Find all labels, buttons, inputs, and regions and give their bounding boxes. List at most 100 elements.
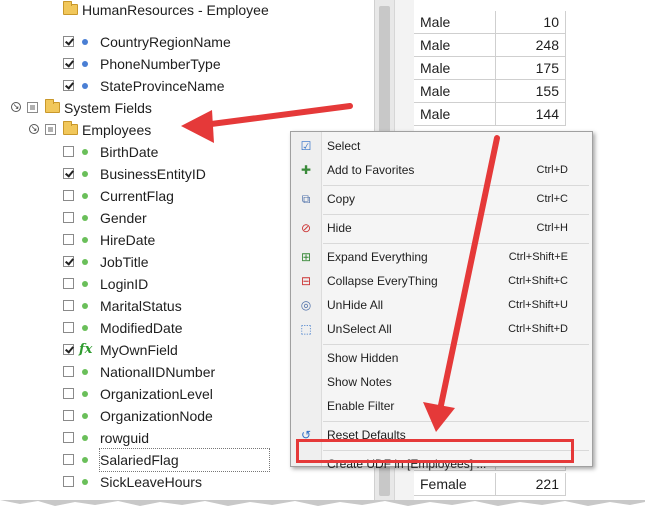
menu-item-shortcut: Ctrl+C [536, 193, 568, 205]
favorites-icon: ✚ [300, 163, 312, 177]
menu-item-show-hidden[interactable]: Show Hidden [291, 347, 592, 369]
field-dot-icon [82, 479, 88, 485]
grid-cell-gender[interactable]: Male [414, 80, 496, 103]
menu-item-unselect-all[interactable]: ⬚ UnSelect All Ctrl+Shift+D [291, 318, 592, 340]
tree-checkbox[interactable] [63, 278, 74, 289]
tree-row-label: Gender [100, 210, 147, 226]
unselect-icon: ⬚ [300, 322, 312, 336]
field-dot-icon [82, 61, 88, 67]
tree-row-label: System Fields [64, 100, 152, 116]
function-field-icon: fx [79, 342, 93, 357]
grid-cell-gender[interactable]: Male [414, 11, 496, 34]
context-menu: ☑ Select ✚ Add to Favorites Ctrl+D ⧉ Copy Ctrl+… [290, 131, 593, 471]
field-dot-icon [82, 435, 88, 441]
tree-checkbox[interactable] [63, 344, 74, 355]
menu-item-shortcut: Ctrl+Shift+U [508, 299, 568, 311]
menu-item-copy[interactable]: ⧉ Copy Ctrl+C [291, 188, 592, 210]
folder-icon [63, 1, 78, 15]
tree-checkbox[interactable] [63, 190, 74, 201]
tree-checkbox[interactable] [27, 102, 38, 113]
field-dot-icon [82, 413, 88, 419]
menu-separator [323, 344, 589, 345]
tree-row-label: LoginID [100, 276, 149, 292]
field-dot-icon [82, 391, 88, 397]
menu-item-label: Show Notes [327, 375, 392, 389]
menu-item-unhide-all[interactable]: ◎ UnHide All Ctrl+Shift+U [291, 294, 592, 316]
tree-checkbox[interactable] [63, 80, 74, 91]
menu-separator [323, 185, 589, 186]
grid-cell-gender[interactable]: Female [414, 473, 496, 496]
menu-separator [323, 214, 589, 215]
tree-row-label: StateProvinceName [100, 78, 225, 94]
unhide-icon: ◎ [300, 298, 312, 312]
grid-cell-value[interactable]: 175 [496, 57, 566, 80]
tree-checkbox[interactable] [63, 410, 74, 421]
tree-row-label: JobTitle [100, 254, 149, 270]
grid-cell-value[interactable]: 155 [496, 80, 566, 103]
menu-item-show-notes[interactable]: Show Notes [291, 371, 592, 393]
tree-row-stateprovincename[interactable]: StateProvinceName [0, 75, 370, 97]
tree-row-label: PhoneNumberType [100, 56, 221, 72]
folder-icon [45, 99, 60, 113]
tree-row-label: SalariedFlag [99, 448, 270, 472]
expand-icon: ⊞ [300, 250, 312, 264]
tree-checkbox[interactable] [63, 476, 74, 487]
menu-item-enable-filter[interactable]: Enable Filter [291, 395, 592, 417]
grid-cell-gender[interactable]: Male [414, 57, 496, 80]
tree-row-countryregionname[interactable]: CountryRegionName [0, 31, 370, 53]
tree-checkbox[interactable] [63, 322, 74, 333]
menu-item-label: Expand Everything [327, 250, 428, 264]
field-dot-icon [82, 369, 88, 375]
menu-item-select[interactable]: ☑ Select [291, 135, 592, 157]
field-dot-icon [82, 171, 88, 177]
tree-checkbox[interactable] [63, 234, 74, 245]
tree-row-label: HumanResources - Employee [82, 2, 269, 18]
tree-checkbox[interactable] [63, 454, 74, 465]
field-dot-icon [82, 259, 88, 265]
tree-row-phonenumbertype[interactable]: PhoneNumberType [0, 53, 370, 75]
expander-icon[interactable]: ↘ [11, 102, 21, 112]
grid-cell-value[interactable]: 248 [496, 34, 566, 57]
tree-checkbox[interactable] [63, 256, 74, 267]
tree-row-label: OrganizationLevel [100, 386, 213, 402]
tree-checkbox[interactable] [63, 58, 74, 69]
tree-row-label: OrganizationNode [100, 408, 213, 424]
expander-icon[interactable]: ↘ [29, 124, 39, 134]
tree-checkbox[interactable] [63, 146, 74, 157]
field-dot-icon [82, 457, 88, 463]
menu-item-expand-everything[interactable]: ⊞ Expand Everything Ctrl+Shift+E [291, 246, 592, 268]
menu-item-add-to-favorites[interactable]: ✚ Add to Favorites Ctrl+D [291, 159, 592, 181]
tree-checkbox[interactable] [45, 124, 56, 135]
tree-row-label: Employees [82, 122, 152, 138]
tree-checkbox[interactable] [63, 366, 74, 377]
grid-cell-value[interactable]: 10 [496, 11, 566, 34]
menu-item-label: Select [327, 139, 361, 153]
tree-row-humanresources-employee[interactable]: HumanResources - Employee [0, 0, 370, 21]
tree-checkbox[interactable] [63, 212, 74, 223]
menu-item-label: Copy [327, 192, 356, 206]
tree-checkbox[interactable] [63, 36, 74, 47]
grid-cell-value[interactable]: 221 [496, 473, 566, 496]
menu-item-label: Hide [327, 221, 352, 235]
tree-checkbox[interactable] [63, 388, 74, 399]
menu-separator [323, 243, 589, 244]
torn-edge-bottom [0, 500, 645, 526]
tree-checkbox[interactable] [63, 300, 74, 311]
tree-checkbox[interactable] [63, 432, 74, 443]
tree-row-label: NationalIDNumber [100, 364, 216, 380]
menu-item-label: Show Hidden [327, 351, 399, 365]
tree-row-system-fields[interactable]: ↘ System Fields [0, 97, 370, 119]
tree-row-label: MaritalStatus [100, 298, 182, 314]
tree-checkbox[interactable] [63, 168, 74, 179]
menu-item-hide[interactable]: ⊘ Hide Ctrl+H [291, 217, 592, 239]
menu-item-shortcut: Ctrl+Shift+E [508, 251, 568, 263]
annotation-highlight-box [296, 439, 574, 463]
grid-cell-gender[interactable]: Male [414, 34, 496, 57]
menu-item-label: UnHide All [327, 298, 384, 312]
menu-item-collapse-everything[interactable]: ⊟ Collapse EveryThing Ctrl+Shift+C [291, 270, 592, 292]
copy-icon: ⧉ [301, 192, 311, 206]
field-dot-icon [82, 237, 88, 243]
grid-cell-value[interactable]: 144 [496, 103, 566, 126]
field-dot-icon [82, 193, 88, 199]
grid-cell-gender[interactable]: Male [414, 103, 496, 126]
